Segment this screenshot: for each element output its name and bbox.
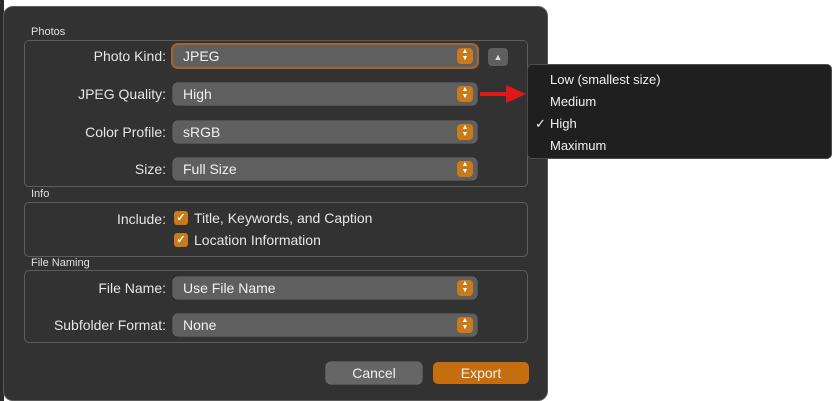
chevron-updown-icon: ▲ ▼ bbox=[457, 161, 473, 177]
subfolder-format-value: None bbox=[183, 317, 217, 333]
file-name-popup[interactable]: Use File Name ▲ ▼ bbox=[173, 277, 477, 299]
photo-kind-value: JPEG bbox=[183, 48, 220, 64]
cancel-button[interactable]: Cancel bbox=[326, 362, 422, 384]
include-label: Include: bbox=[116, 211, 166, 227]
color-profile-popup[interactable]: sRGB ▲ ▼ bbox=[173, 121, 477, 143]
color-profile-label: Color Profile: bbox=[85, 124, 166, 140]
checkbox-label: Location Information bbox=[194, 232, 321, 248]
file-name-label: File Name: bbox=[98, 280, 166, 296]
subfolder-format-label: Subfolder Format: bbox=[53, 317, 166, 333]
section-title-file-naming: File Naming bbox=[31, 257, 90, 269]
jpeg-quality-value: High bbox=[183, 86, 212, 102]
checkbox-label: Title, Keywords, and Caption bbox=[194, 210, 373, 226]
chevron-updown-icon: ▲ ▼ bbox=[457, 124, 473, 140]
menu-item-maximum[interactable]: Maximum bbox=[550, 138, 606, 153]
menu-item-low[interactable]: Low (smallest size) bbox=[550, 72, 661, 87]
jpeg-quality-menu: Low (smallest size) Medium ✓ High Maximu… bbox=[527, 64, 832, 159]
section-title-info: Info bbox=[31, 188, 50, 200]
chevron-updown-icon: ▲ ▼ bbox=[457, 280, 473, 296]
jpeg-quality-label: JPEG Quality: bbox=[78, 86, 166, 102]
chevron-updown-icon: ▲ ▼ bbox=[457, 317, 473, 333]
file-name-value: Use File Name bbox=[183, 280, 276, 296]
chevron-updown-icon: ▲ ▼ bbox=[457, 48, 473, 64]
checkmark-icon: ✓ bbox=[535, 116, 546, 131]
photo-kind-label: Photo Kind: bbox=[93, 48, 166, 64]
subfolder-format-popup[interactable]: None ▲ ▼ bbox=[173, 314, 477, 336]
size-popup[interactable]: Full Size ▲ ▼ bbox=[173, 158, 477, 180]
color-profile-value: sRGB bbox=[183, 124, 221, 140]
red-arrow-icon bbox=[480, 85, 526, 103]
section-title-photos: Photos bbox=[31, 26, 66, 38]
jpeg-quality-popup[interactable]: High ▲ ▼ bbox=[173, 83, 477, 105]
checkbox-title-keywords-caption[interactable]: ✓ bbox=[174, 211, 188, 225]
checkbox-location-information[interactable]: ✓ bbox=[174, 233, 188, 247]
photo-kind-popup[interactable]: JPEG ▲ ▼ bbox=[173, 45, 477, 67]
export-button[interactable]: Export bbox=[433, 362, 529, 384]
chevron-updown-icon: ▲ ▼ bbox=[457, 86, 473, 102]
size-label: Size: bbox=[134, 161, 166, 177]
menu-item-medium[interactable]: Medium bbox=[550, 94, 596, 109]
menu-item-high[interactable]: High bbox=[550, 116, 577, 131]
chevron-up-icon[interactable]: ▲ bbox=[488, 48, 508, 66]
size-value: Full Size bbox=[183, 161, 237, 177]
